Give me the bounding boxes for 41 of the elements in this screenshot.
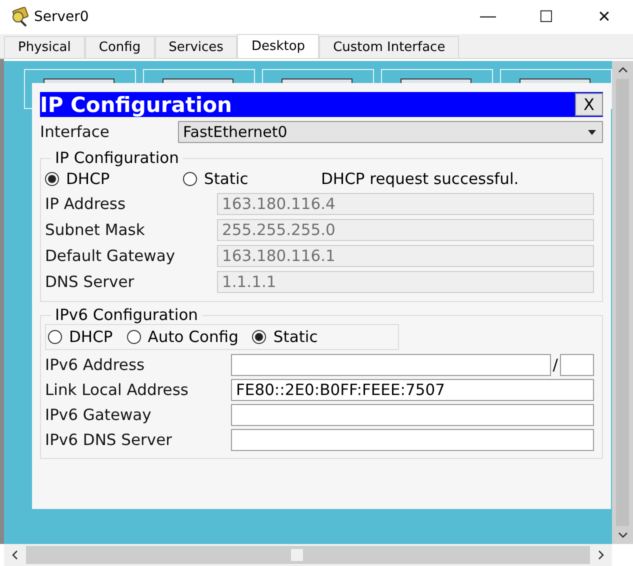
field-label: IPv6 DNS Server xyxy=(45,430,174,448)
dropdown-arrow-icon xyxy=(588,130,596,134)
group-title: IPv6 Configuration xyxy=(54,306,199,324)
input-field[interactable] xyxy=(231,354,551,376)
prefix-separator: / xyxy=(552,356,558,374)
status-text: DHCP request successful. xyxy=(321,170,519,188)
radio-button[interactable]: Static xyxy=(183,170,307,188)
input-field[interactable]: FE80::2E0:B0FF:FEEE:7507 xyxy=(231,378,594,400)
scroll-down-icon[interactable] xyxy=(618,532,628,538)
field-label: Default Gateway xyxy=(45,247,176,265)
interface-dropdown[interactable]: FastEthernet0 xyxy=(178,121,603,143)
radio-button[interactable]: Static xyxy=(252,328,318,346)
radio-button[interactable]: DHCP xyxy=(48,328,113,346)
horizontal-scrollbar[interactable] xyxy=(4,544,612,566)
input-field[interactable] xyxy=(231,404,594,426)
scroll-up-icon[interactable] xyxy=(618,67,628,73)
tab[interactable]: Config xyxy=(84,36,155,58)
field-label: IPv6 Gateway xyxy=(45,406,152,424)
field-label: Interface xyxy=(40,123,110,141)
vertical-scrollbar[interactable] xyxy=(612,61,633,544)
tab[interactable]: Desktop xyxy=(237,34,320,58)
field-label: Link Local Address xyxy=(45,380,190,398)
window-title: Server0 xyxy=(34,9,89,25)
tab[interactable]: Custom Interface xyxy=(319,36,460,58)
server-app-icon xyxy=(10,7,30,27)
radio-button[interactable]: Auto Config xyxy=(126,328,238,346)
scroll-right-icon[interactable] xyxy=(598,550,604,560)
tab[interactable]: Services xyxy=(154,36,238,58)
radio-button[interactable]: DHCP xyxy=(45,170,169,188)
field-label: IP Address xyxy=(45,195,127,213)
scroll-left-icon[interactable] xyxy=(12,550,18,560)
close-button[interactable]: X xyxy=(575,93,603,116)
tab[interactable]: Physical xyxy=(4,36,85,58)
field-label: DNS Server xyxy=(45,273,136,291)
input-field[interactable] xyxy=(231,428,594,450)
prefix-field[interactable] xyxy=(560,354,594,376)
field-label: Subnet Mask xyxy=(45,221,146,239)
field-label: IPv6 Address xyxy=(45,356,146,374)
scroll-thumb[interactable] xyxy=(291,549,303,561)
group-title: IP Configuration xyxy=(54,149,180,167)
dialog-title: IP Configuration xyxy=(40,92,232,116)
